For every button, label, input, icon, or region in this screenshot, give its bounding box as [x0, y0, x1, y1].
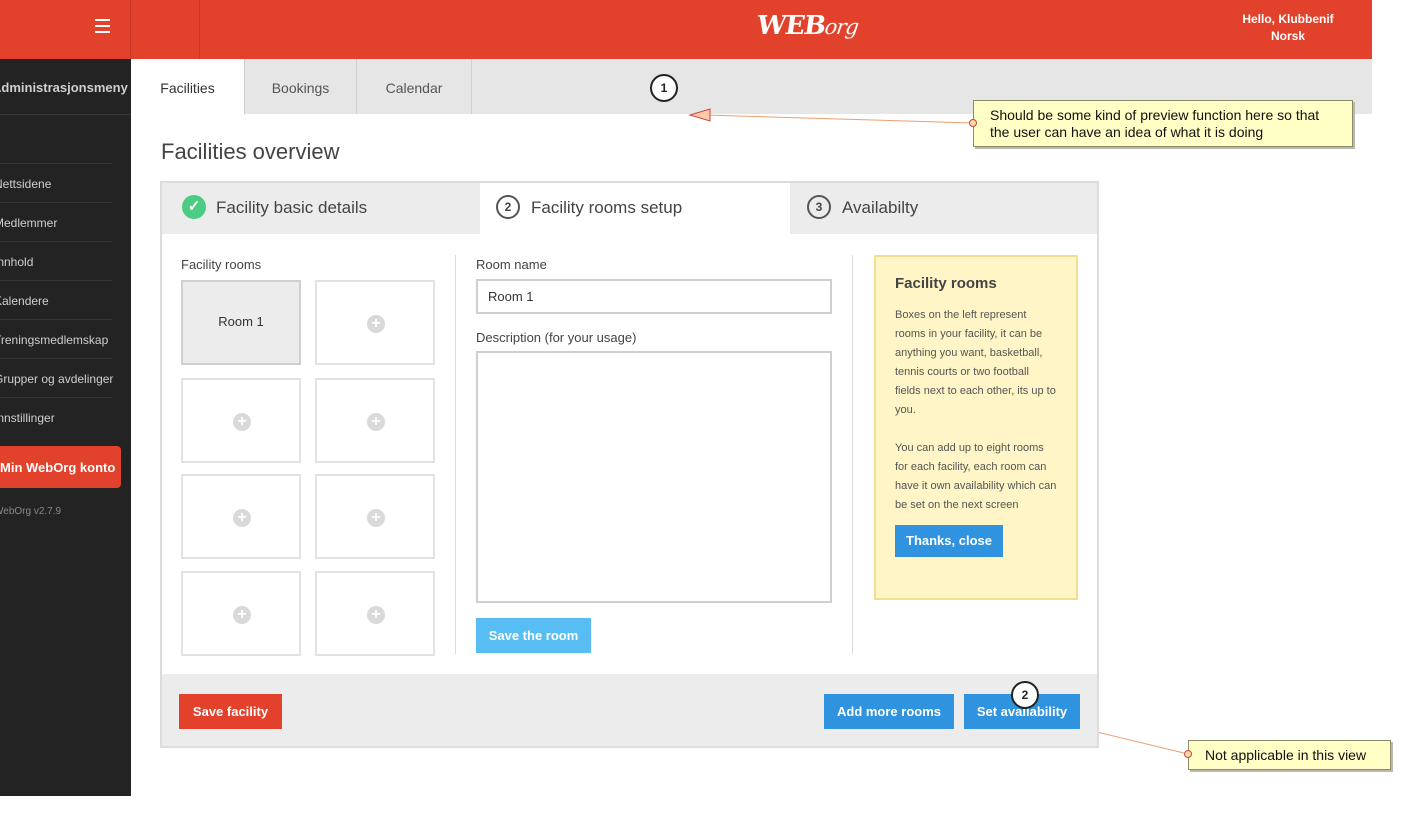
add-room-box[interactable]: + — [181, 474, 301, 559]
column-divider — [852, 255, 853, 654]
sidebar-item-nettsidene[interactable]: Nettsidene — [0, 163, 112, 202]
language-switch[interactable]: Norsk — [1212, 28, 1364, 45]
annotation-marker-2: 2 — [1011, 681, 1039, 709]
add-room-box[interactable]: + — [315, 474, 435, 559]
sidebar-title: Administrasjonsmeny — [0, 59, 131, 115]
description-textarea[interactable] — [476, 351, 832, 603]
menu-toggle[interactable] — [0, 0, 131, 59]
admin-sidebar: Administrasjonsmeny Nettsidene Medlemmer… — [0, 59, 131, 796]
add-more-rooms-button[interactable]: Add more rooms — [824, 694, 954, 729]
room-name-label: Room name — [476, 257, 547, 272]
room-box-1[interactable]: Room 1 — [181, 280, 301, 365]
sidebar-item-treningsmedlemskap[interactable]: Treningsmedlemskap — [0, 319, 112, 358]
save-facility-button[interactable]: Save facility — [179, 694, 282, 729]
step-basic-details[interactable]: ✓ Facility basic details — [162, 183, 480, 234]
save-room-button[interactable]: Save the room — [476, 618, 591, 653]
plus-circle-icon: + — [367, 413, 385, 431]
plus-circle-icon: + — [367, 315, 385, 333]
plus-circle-icon: + — [367, 606, 385, 624]
account-button[interactable]: Min WebOrg konto — [0, 446, 121, 488]
room-name-input[interactable]: Room 1 — [476, 279, 832, 314]
column-divider — [455, 255, 456, 654]
plus-circle-icon: + — [233, 413, 251, 431]
help-close-button[interactable]: Thanks, close — [895, 525, 1003, 557]
wizard-steps: ✓ Facility basic details 2 Facility room… — [162, 183, 1097, 234]
sidebar-item-innhold[interactable]: Innhold — [0, 241, 112, 280]
annotation-note-2: Not applicable in this view — [1188, 740, 1391, 770]
user-menu[interactable]: Hello, Klubbenif Norsk — [1212, 11, 1364, 45]
add-room-box[interactable]: + — [315, 378, 435, 463]
annotation-anchor-2 — [1184, 750, 1192, 758]
description-label: Description (for your usage) — [476, 330, 637, 345]
top-bar: WEBorg Hello, Klubbenif Norsk — [0, 0, 1372, 59]
page-title: Facilities overview — [161, 139, 340, 164]
annotation-anchor-1 — [969, 119, 977, 127]
facility-wizard: ✓ Facility basic details 2 Facility room… — [160, 181, 1099, 748]
plus-circle-icon: + — [233, 509, 251, 527]
sidebar-item-grupper[interactable]: Grupper og avdelinger — [0, 358, 113, 397]
weborg-logo[interactable]: WEBorg — [755, 11, 860, 41]
add-room-box[interactable]: + — [181, 571, 301, 656]
step-number-3: 3 — [807, 195, 831, 219]
help-title: Facility rooms — [895, 275, 997, 292]
sidebar-item-innstillinger[interactable]: Innstillinger — [0, 397, 112, 436]
tab-bookings[interactable]: Bookings — [244, 59, 357, 114]
add-room-box[interactable]: + — [315, 571, 435, 656]
add-room-box[interactable]: + — [315, 280, 435, 365]
tab-calendar[interactable]: Calendar — [357, 59, 472, 114]
help-panel: Facility rooms Boxes on the left represe… — [874, 255, 1078, 600]
version-label: WebOrg v2.7.9 — [0, 506, 62, 517]
rooms-label: Facility rooms — [181, 257, 262, 272]
user-greeting[interactable]: Hello, Klubbenif — [1212, 11, 1364, 28]
help-text-1: Boxes on the left represent rooms in you… — [895, 309, 1056, 416]
annotation-note-1: Should be some kind of preview function … — [973, 100, 1353, 147]
hamburger-icon — [95, 19, 110, 33]
plus-circle-icon: + — [233, 606, 251, 624]
step-number-2: 2 — [496, 195, 520, 219]
help-text-2: You can add up to eight rooms for each f… — [895, 442, 1057, 511]
add-room-box[interactable]: + — [181, 378, 301, 463]
tab-facilities[interactable]: Facilities — [131, 59, 244, 114]
sidebar-item-kalendere[interactable]: Kalendere — [0, 280, 112, 319]
check-icon: ✓ — [182, 195, 206, 219]
step-rooms-setup[interactable]: 2 Facility rooms setup — [480, 183, 790, 234]
step-availability[interactable]: 3 Availabilty — [790, 183, 1097, 234]
annotation-marker-1: 1 — [650, 74, 678, 102]
topbar-spacer — [131, 0, 200, 59]
sidebar-item-medlemmer[interactable]: Medlemmer — [0, 202, 112, 241]
plus-circle-icon: + — [367, 509, 385, 527]
wizard-footer: Save facility Add more rooms Set availab… — [162, 674, 1097, 746]
